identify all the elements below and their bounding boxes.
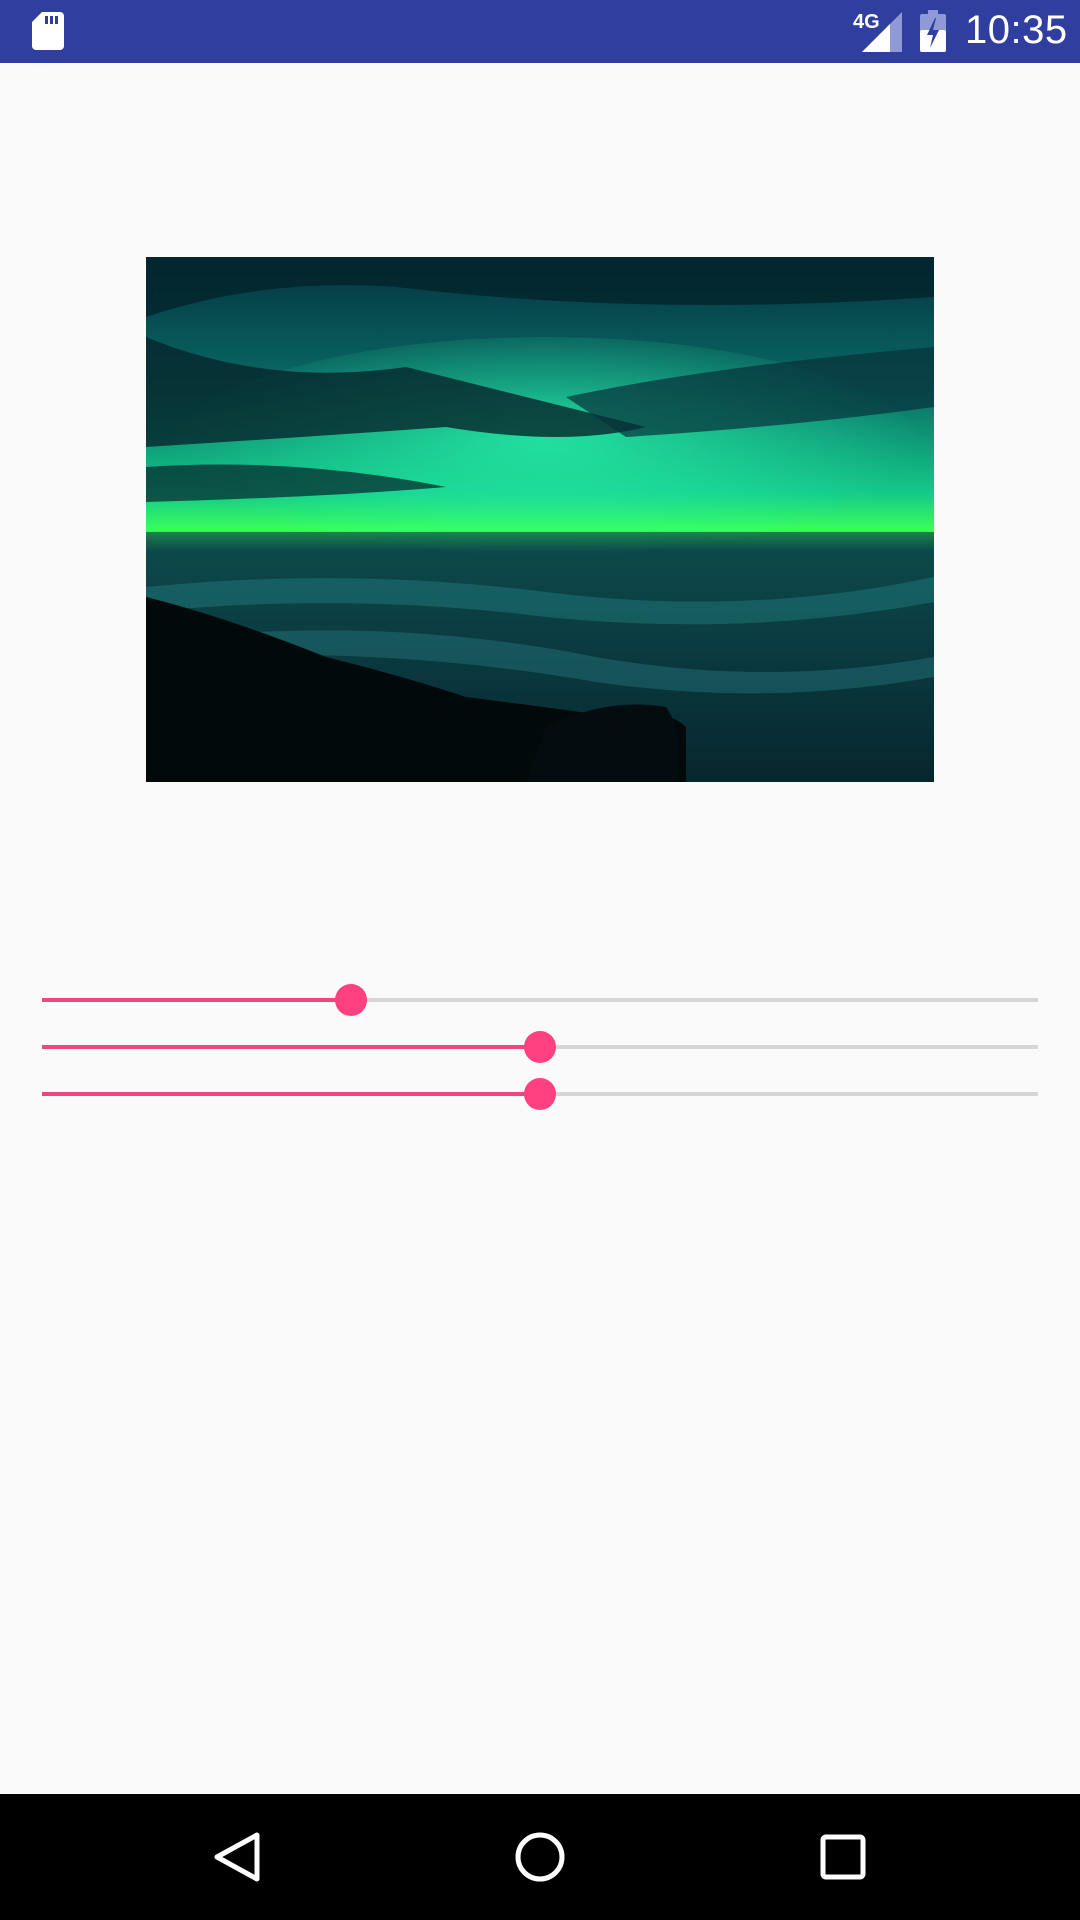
slider-thumb[interactable] bbox=[524, 1078, 556, 1110]
photo bbox=[146, 257, 934, 782]
sunset-ocean-photo bbox=[146, 257, 934, 782]
clock: 10:35 bbox=[965, 8, 1068, 52]
slider-2[interactable] bbox=[42, 1027, 1038, 1067]
battery-charging-icon bbox=[920, 10, 946, 52]
sd-card-icon bbox=[32, 12, 64, 50]
slider-thumb[interactable] bbox=[334, 984, 367, 1016]
slider-thumb[interactable] bbox=[524, 1031, 556, 1063]
slider-fill bbox=[42, 1092, 540, 1096]
home-icon[interactable] bbox=[510, 1827, 570, 1887]
status-bar: 4G 10:35 bbox=[0, 0, 1080, 63]
slider-3[interactable] bbox=[42, 1074, 1038, 1114]
slider-1[interactable] bbox=[42, 980, 1038, 1020]
slider-fill bbox=[42, 998, 351, 1002]
back-icon[interactable] bbox=[207, 1827, 267, 1887]
navigation-bar bbox=[0, 1794, 1080, 1920]
recents-icon[interactable] bbox=[813, 1827, 873, 1887]
slider-fill bbox=[42, 1045, 540, 1049]
signal-icon bbox=[862, 12, 902, 52]
